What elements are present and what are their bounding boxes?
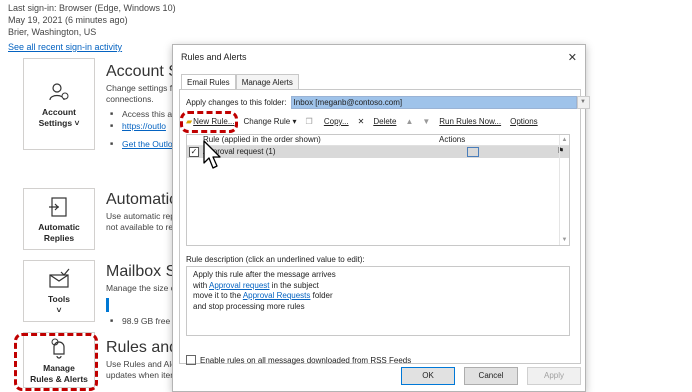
folder-select-value: Inbox [meganb@contoso.com] bbox=[293, 98, 403, 107]
rss-label: Enable rules on all messages downloaded … bbox=[200, 355, 412, 365]
rules-list-scrollbar[interactable]: ▲ ▼ bbox=[559, 135, 569, 245]
desc-line2: with Approval request in the subject bbox=[193, 280, 319, 290]
move-up-button[interactable]: ▲ bbox=[405, 117, 413, 126]
tab-manage-alerts[interactable]: Manage Alerts bbox=[235, 74, 299, 89]
signin-info: Last sign-in: Browser (Edge, Windows 10)… bbox=[8, 2, 176, 53]
copy-button[interactable]: ❐ Copy... bbox=[305, 117, 348, 126]
close-icon[interactable]: ✕ bbox=[568, 51, 577, 64]
tools-tile-label: Tools bbox=[47, 293, 71, 304]
tools-tile[interactable]: Tools ˅ bbox=[23, 260, 95, 322]
mouse-pointer-icon bbox=[203, 140, 221, 169]
dialog-title: Rules and Alerts bbox=[181, 52, 247, 62]
dialog-tabs: Email Rules Manage Alerts bbox=[181, 74, 299, 89]
dialog-buttons: OK Cancel Apply bbox=[401, 367, 590, 385]
rules-list[interactable]: Rule (applied in the order shown) Action… bbox=[186, 134, 570, 246]
rss-checkbox[interactable] bbox=[186, 355, 196, 365]
chevron-down-icon[interactable]: ▼ bbox=[576, 96, 590, 109]
cancel-button[interactable]: Cancel bbox=[464, 367, 518, 385]
automatic-tile-sublabel: Replies bbox=[43, 232, 75, 243]
desc-line3: move it to the Approval Requests folder bbox=[193, 291, 333, 300]
actions-col-header: Actions bbox=[439, 135, 466, 144]
email-rules-panel: Apply changes to this folder: Inbox [meg… bbox=[179, 89, 590, 365]
desc-line1: Apply this rule after the message arrive… bbox=[193, 270, 336, 279]
rule-enabled-checkbox[interactable]: ✓ bbox=[189, 147, 199, 157]
automatic-replies-icon bbox=[49, 196, 67, 217]
signin-activity-link[interactable]: See all recent sign-in activity bbox=[8, 41, 176, 53]
account-gear-icon bbox=[49, 82, 69, 100]
dialog-titlebar: Rules and Alerts ✕ bbox=[173, 45, 585, 69]
rules-list-header: Rule (applied in the order shown) Action… bbox=[187, 135, 569, 146]
rules-toolbar: ▰New Rule... Change Rule ▾ ❐ Copy... ✕ De… bbox=[186, 117, 547, 126]
folder-row: Apply changes to this folder: Inbox [meg… bbox=[186, 96, 590, 109]
rule-description-label: Rule description (click an underlined va… bbox=[186, 255, 365, 264]
tab-email-rules[interactable]: Email Rules bbox=[181, 74, 236, 89]
move-to-folder-icon bbox=[467, 147, 479, 157]
ok-button[interactable]: OK bbox=[401, 367, 455, 385]
options-button[interactable]: Options bbox=[510, 117, 538, 126]
folder-select[interactable]: Inbox [meganb@contoso.com] ▼ bbox=[290, 96, 590, 109]
rule-row[interactable]: ✓ Approval request (1) ⚑ bbox=[187, 146, 569, 158]
change-rule-button[interactable]: Change Rule ▾ bbox=[244, 117, 297, 126]
apply-button[interactable]: Apply bbox=[527, 367, 581, 385]
rules-alerts-dialog: Rules and Alerts ✕ Email Rules Manage Al… bbox=[172, 44, 590, 392]
signin-location: Brier, Washington, US bbox=[8, 27, 97, 37]
delete-icon: ✕ bbox=[357, 117, 365, 126]
desc-folder-link[interactable]: Approval Requests bbox=[243, 291, 311, 300]
move-down-button[interactable]: ▼ bbox=[422, 117, 430, 126]
mailbox-usage-bar bbox=[106, 298, 172, 312]
desc-subject-link[interactable]: Approval request bbox=[209, 281, 269, 290]
tools-tile-sublabel: ˅ bbox=[56, 304, 62, 315]
automatic-tile-label: Automatic bbox=[38, 221, 80, 232]
account-settings-tile[interactable]: Account Settings ˅ bbox=[23, 58, 95, 150]
new-rule-highlight bbox=[180, 111, 238, 133]
account-tile-sublabel: Settings ˅ bbox=[38, 117, 80, 128]
desc-line4: and stop processing more rules bbox=[193, 301, 305, 311]
account-tile-label: Account bbox=[42, 106, 76, 117]
rule-description-box: Apply this rule after the message arrive… bbox=[186, 266, 570, 336]
tools-mail-icon bbox=[49, 268, 70, 288]
run-rules-button[interactable]: Run Rules Now... bbox=[439, 117, 501, 126]
folder-label: Apply changes to this folder: bbox=[186, 98, 287, 107]
copy-icon: ❐ bbox=[305, 117, 313, 126]
rss-option[interactable]: Enable rules on all messages downloaded … bbox=[186, 355, 411, 365]
delete-button[interactable]: ✕ Delete bbox=[358, 117, 397, 126]
manage-rules-highlight bbox=[14, 333, 98, 391]
signin-date: May 19, 2021 (6 minutes ago) bbox=[8, 15, 128, 25]
automatic-replies-tile[interactable]: Automatic Replies bbox=[23, 188, 95, 250]
signin-browser: Last sign-in: Browser (Edge, Windows 10) bbox=[8, 3, 176, 13]
